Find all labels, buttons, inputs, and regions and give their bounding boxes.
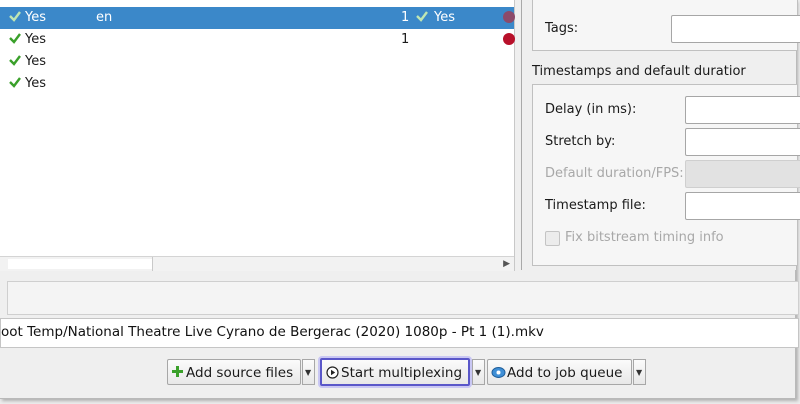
track-row[interactable]: Yes 1 xyxy=(0,29,515,51)
check-icon[interactable] xyxy=(8,53,22,67)
add-source-dropdown[interactable]: ▼ xyxy=(302,359,315,385)
track-list[interactable]: Yes en 1 Yes Yes 1 Yes Yes ▶ xyxy=(0,0,515,271)
check-icon xyxy=(416,11,428,22)
output-area xyxy=(7,281,799,315)
plus-icon xyxy=(172,366,183,377)
output-path-text: oot Temp/National Theatre Live Cyrano de… xyxy=(1,324,544,340)
track-enabled: Yes xyxy=(25,54,46,69)
add-to-job-queue-button[interactable]: Add to job queue xyxy=(487,359,632,385)
chevron-down-icon: ▼ xyxy=(475,368,482,377)
timestamp-file-field[interactable] xyxy=(685,192,800,220)
tags-field[interactable] xyxy=(671,15,800,43)
horizontal-scrollbar[interactable]: ▶ xyxy=(0,256,514,271)
delay-label: Delay (in ms): xyxy=(545,102,637,117)
scrollbar-thumb[interactable] xyxy=(8,259,153,269)
check-icon[interactable] xyxy=(8,75,22,89)
check-icon[interactable] xyxy=(8,9,22,23)
tags-label: Tags: xyxy=(545,21,579,36)
check-icon[interactable] xyxy=(8,31,22,45)
scroll-right-icon[interactable]: ▶ xyxy=(503,259,510,269)
track-properties-panel: Tags: Timestamps and default duratior De… xyxy=(521,0,800,270)
track-row[interactable]: Yes xyxy=(0,73,514,95)
track-row[interactable]: Yes en 1 Yes xyxy=(0,7,515,29)
stretch-field[interactable] xyxy=(685,128,800,156)
track-enabled: Yes xyxy=(25,10,46,25)
stop-icon xyxy=(503,11,515,23)
chevron-down-icon: ▼ xyxy=(305,368,312,377)
timestamps-group-title: Timestamps and default duratior xyxy=(532,64,746,79)
add-to-job-queue-dropdown[interactable]: ▼ xyxy=(633,359,646,385)
start-multiplexing-dropdown[interactable]: ▼ xyxy=(472,359,485,385)
start-multiplexing-button[interactable]: Start multiplexing xyxy=(320,358,470,386)
scrollbar-divider xyxy=(152,257,153,271)
tags-group: Tags: xyxy=(532,0,800,51)
track-number: 1 xyxy=(401,32,410,47)
track-number: 1 xyxy=(401,10,410,25)
default-duration-label: Default duration/FPS: xyxy=(545,166,684,181)
queue-icon xyxy=(491,367,506,378)
default-duration-field xyxy=(685,160,800,188)
start-multiplexing-label: Start multiplexing xyxy=(341,365,463,381)
chevron-down-icon: ▼ xyxy=(636,368,643,377)
stop-icon xyxy=(503,33,515,45)
timestamps-group: Delay (in ms): Stretch by: Default durat… xyxy=(532,84,800,266)
track-default: Yes xyxy=(434,10,455,25)
delay-field[interactable] xyxy=(685,96,800,124)
add-source-files-label: Add source files xyxy=(186,365,294,381)
track-language: en xyxy=(96,10,113,25)
stretch-label: Stretch by: xyxy=(545,134,616,149)
output-path-field[interactable]: oot Temp/National Theatre Live Cyrano de… xyxy=(0,318,799,348)
timestamp-file-label: Timestamp file: xyxy=(545,198,646,213)
fix-bitstream-label: Fix bitstream timing info xyxy=(565,230,724,245)
play-icon xyxy=(326,366,339,379)
fix-bitstream-checkbox xyxy=(545,231,560,246)
track-enabled: Yes xyxy=(25,76,46,91)
add-to-job-queue-label: Add to job queue xyxy=(507,365,623,381)
track-enabled: Yes xyxy=(25,32,46,47)
track-row[interactable]: Yes xyxy=(0,51,514,73)
add-source-files-button[interactable]: Add source files xyxy=(167,359,301,385)
